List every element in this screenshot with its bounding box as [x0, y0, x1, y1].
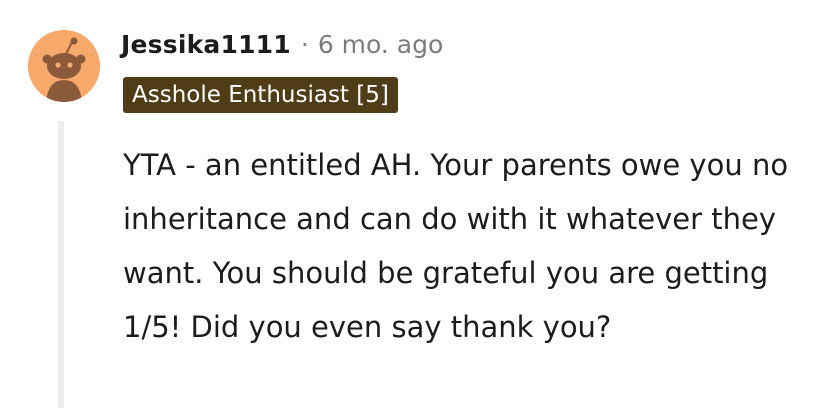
comment-header: Jessika1111 · 6 mo. ago — [121, 26, 443, 62]
thread-collapse-line[interactable] — [58, 121, 64, 408]
username-link[interactable]: Jessika1111 — [121, 30, 291, 59]
snoo-avatar-icon — [28, 30, 100, 102]
comment-timestamp[interactable]: 6 mo. ago — [318, 30, 443, 59]
avatar[interactable] — [28, 30, 100, 102]
meta-separator: · — [300, 29, 309, 59]
comment-body: YTA - an entitled AH. Your parents owe y… — [123, 148, 789, 344]
user-flair-badge: Asshole Enthusiast [5] — [123, 77, 398, 113]
comment: Jessika1111 · 6 mo. ago Asshole Enthusia… — [0, 0, 832, 408]
